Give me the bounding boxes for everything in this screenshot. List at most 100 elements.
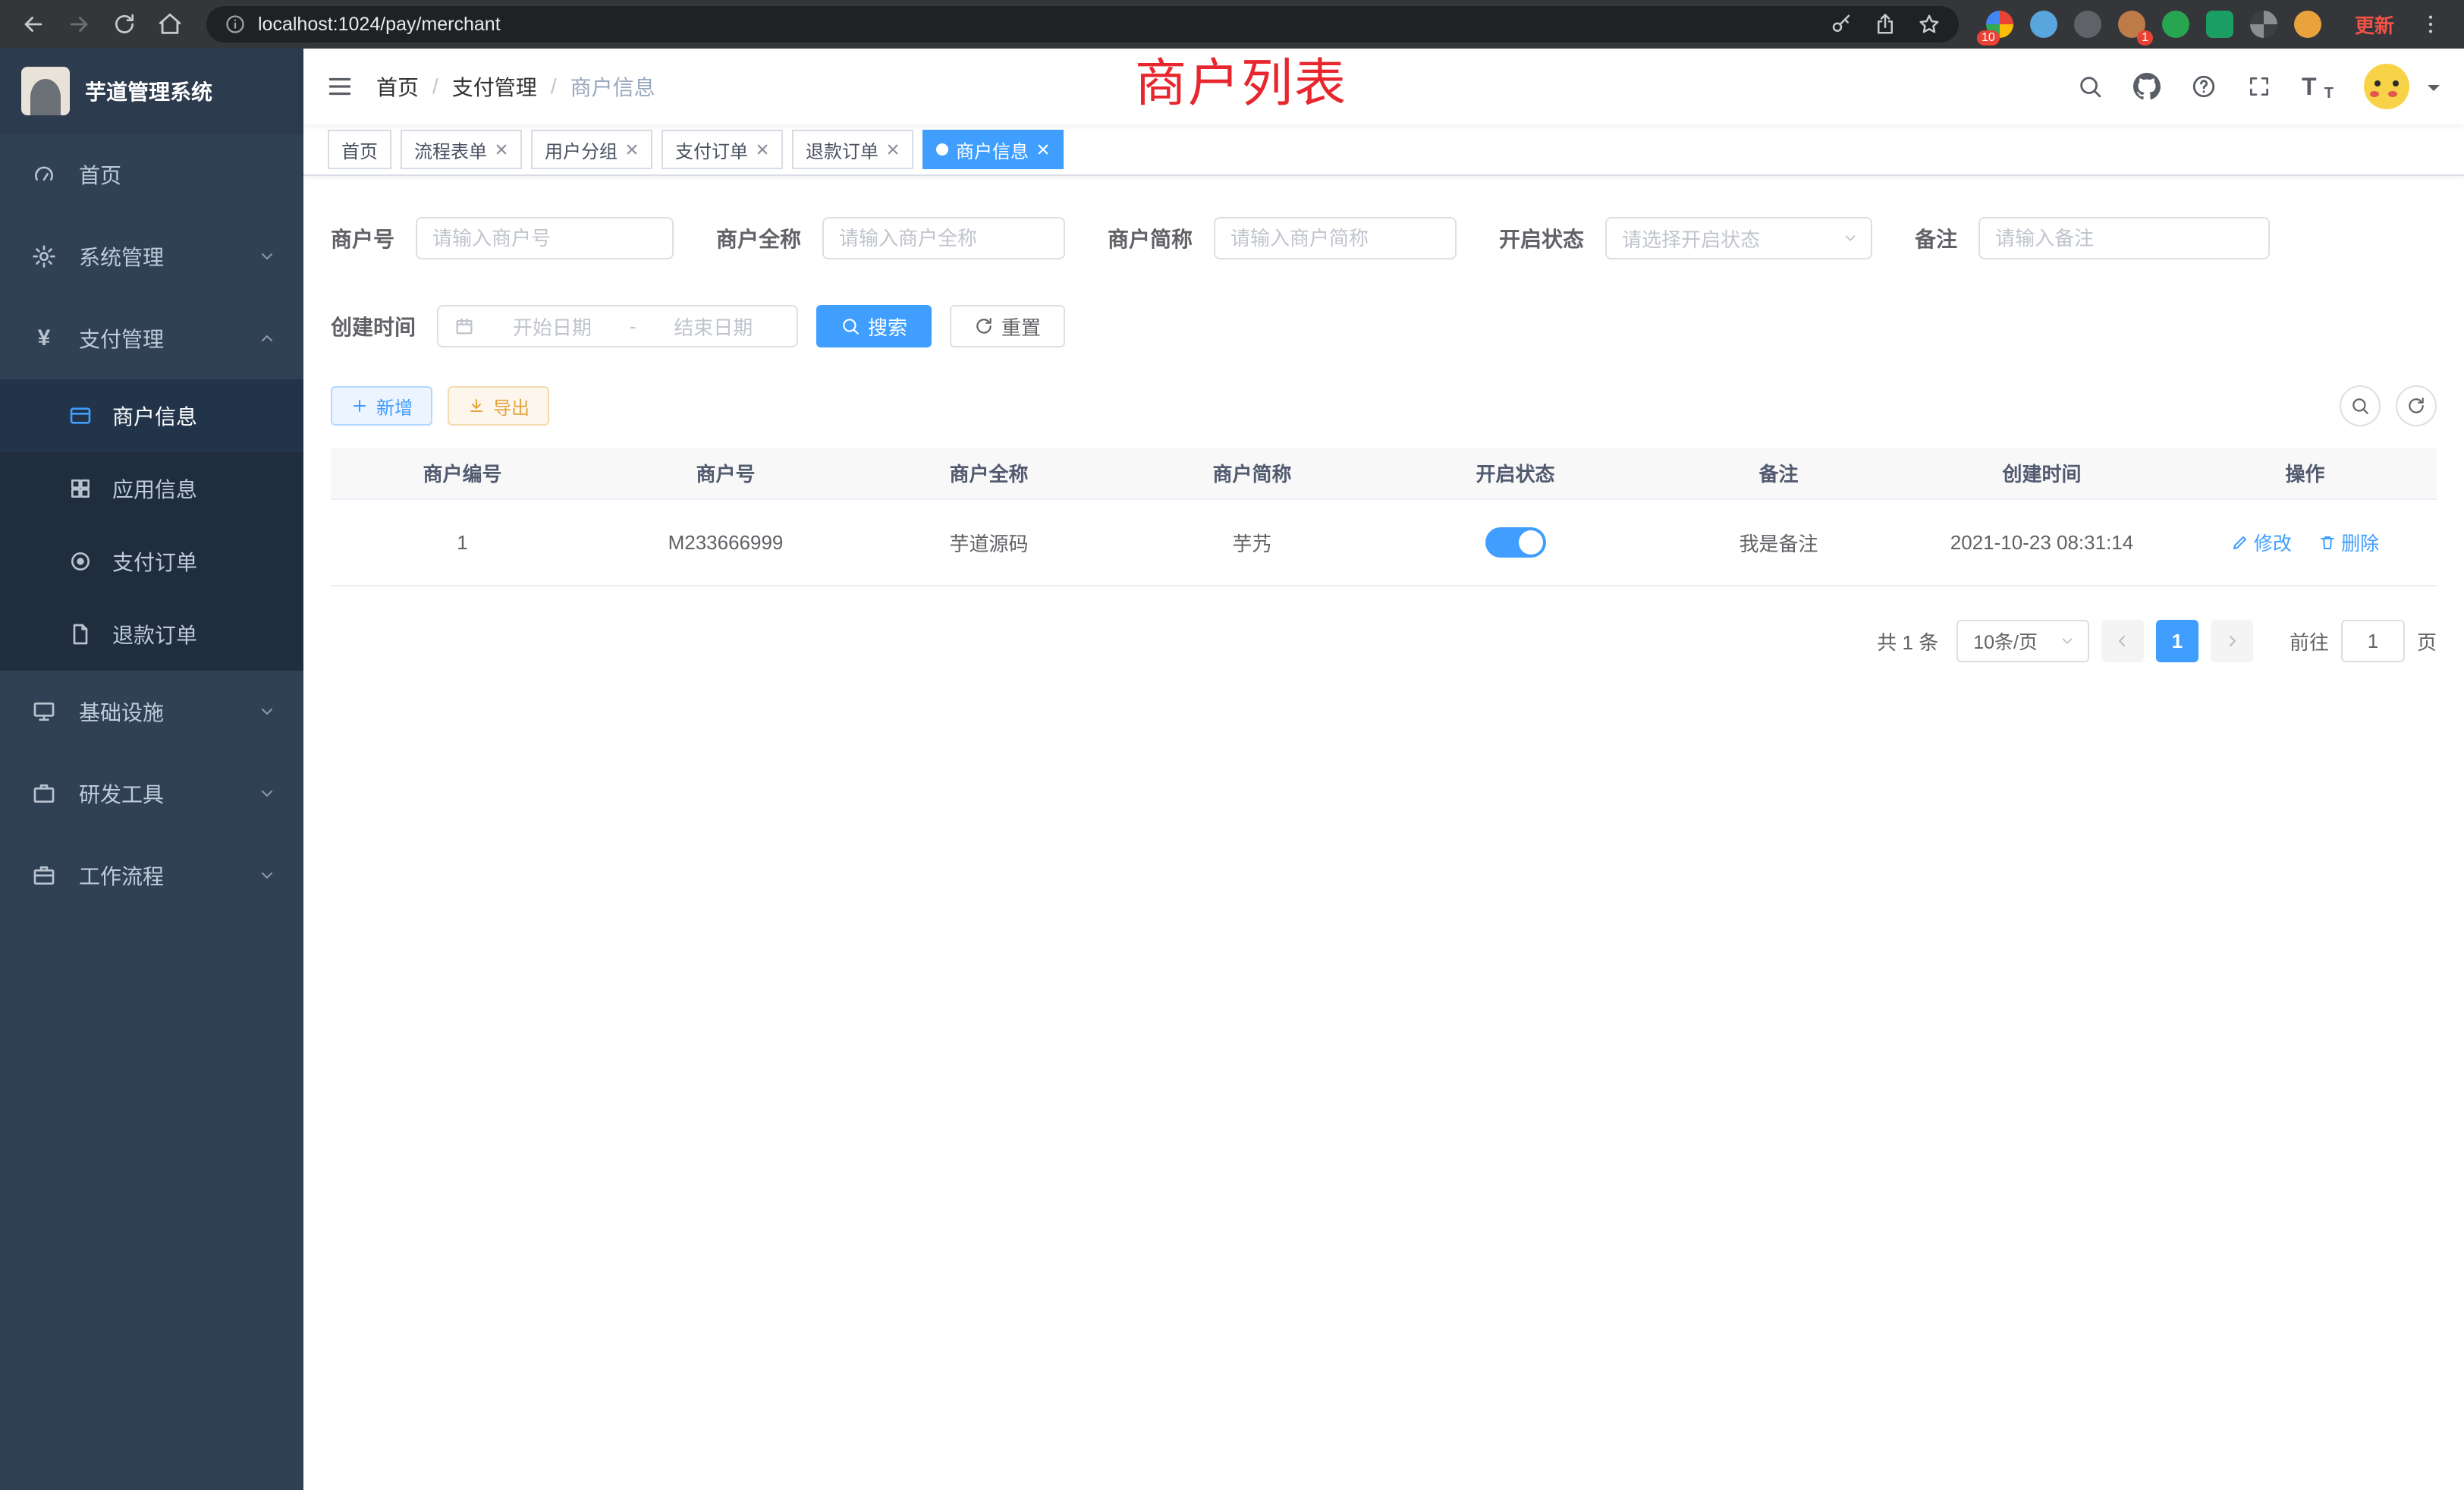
- tab-label: 首页: [341, 137, 378, 163]
- extension-icon-4[interactable]: 1: [2118, 11, 2145, 38]
- sidebar-item-refund-order[interactable]: 退款订单: [0, 598, 303, 671]
- tab-close-icon[interactable]: [625, 143, 639, 156]
- sidebar-item-label: 支付管理: [79, 323, 258, 354]
- tab-close-icon[interactable]: [1036, 143, 1050, 156]
- chevron-left-icon: [2114, 632, 2132, 650]
- table-toolbar: 新增 导出: [331, 385, 2437, 426]
- export-button[interactable]: 导出: [448, 386, 549, 426]
- font-size-icon[interactable]: [2302, 72, 2334, 101]
- tab-refund-order[interactable]: 退款订单: [792, 130, 913, 169]
- search-button[interactable]: 搜索: [816, 305, 932, 347]
- reset-button[interactable]: 重置: [950, 305, 1065, 347]
- extension-icon-8[interactable]: [2294, 11, 2321, 38]
- browser-forward-icon[interactable]: [61, 6, 97, 42]
- sidebar-item-payment-management[interactable]: 支付管理: [0, 297, 303, 379]
- remark-input[interactable]: [1978, 217, 2270, 259]
- help-icon[interactable]: [2191, 74, 2217, 99]
- sidebar-toggle-icon[interactable]: [303, 49, 376, 124]
- annotation-text: 商户列表: [1135, 58, 1347, 109]
- sidebar-item-system-management[interactable]: 系统管理: [0, 215, 303, 297]
- sidebar-item-payment-order[interactable]: 支付订单: [0, 525, 303, 598]
- chevron-down-icon: [258, 703, 276, 721]
- tab-home[interactable]: 首页: [328, 130, 391, 169]
- record-icon: [67, 549, 94, 574]
- tab-close-icon[interactable]: [756, 143, 769, 156]
- download-icon: [467, 397, 486, 415]
- edit-button[interactable]: 修改: [2231, 529, 2292, 556]
- extension-icon-6[interactable]: [2206, 11, 2233, 38]
- breadcrumb-home[interactable]: 首页: [376, 71, 419, 102]
- bookmark-star-icon[interactable]: [1918, 13, 1941, 36]
- sidebar-item-app-info[interactable]: 应用信息: [0, 452, 303, 525]
- status-toggle[interactable]: [1485, 527, 1546, 558]
- sidebar-item-label: 系统管理: [79, 241, 258, 272]
- browser-home-icon[interactable]: [152, 6, 188, 42]
- cell-remark: 我是备注: [1647, 499, 1910, 586]
- delete-button[interactable]: 删除: [2318, 529, 2379, 556]
- header-search-icon[interactable]: [2077, 74, 2103, 99]
- sidebar-item-home[interactable]: 首页: [0, 134, 303, 215]
- site-info-icon[interactable]: [225, 14, 246, 35]
- browser-update-button[interactable]: 更新: [2355, 11, 2394, 39]
- search-icon: [2350, 396, 2370, 416]
- extension-icon-1[interactable]: 10: [1986, 11, 2013, 38]
- sidebar-item-workflow[interactable]: 工作流程: [0, 835, 303, 916]
- password-key-icon[interactable]: [1830, 13, 1853, 36]
- col-merchant-id: 商户编号: [331, 448, 594, 499]
- github-icon[interactable]: [2133, 73, 2161, 100]
- app-logo[interactable]: 芋道管理系统: [0, 49, 303, 134]
- cell-merchant-id: 1: [331, 499, 594, 586]
- share-icon[interactable]: [1874, 13, 1897, 36]
- sidebar-item-dev-tools[interactable]: 研发工具: [0, 753, 303, 835]
- main-area: 首页 / 支付管理 / 商户信息: [303, 49, 2464, 1490]
- tab-process-form[interactable]: 流程表单: [401, 130, 522, 169]
- page-1-button[interactable]: 1: [2156, 620, 2198, 662]
- goto-page-input[interactable]: [2341, 620, 2405, 662]
- filter-row: 商户号 商户全称 商户简称 开启状态 请选择开启状态: [331, 217, 2437, 259]
- merchant-no-input[interactable]: [416, 217, 674, 259]
- next-page-button[interactable]: [2211, 620, 2253, 662]
- user-menu-caret-icon[interactable]: [2428, 85, 2440, 97]
- page-size-select[interactable]: 10条/页: [1956, 620, 2089, 662]
- chevron-down-icon: [2059, 633, 2076, 649]
- fullscreen-icon[interactable]: [2247, 74, 2271, 99]
- filter-create-time: 创建时间 开始日期 - 结束日期: [331, 305, 798, 347]
- tab-user-group[interactable]: 用户分组: [531, 130, 652, 169]
- extension-icon-3[interactable]: [2074, 11, 2101, 38]
- filter-remark: 备注: [1915, 217, 2270, 259]
- browser-menu-icon[interactable]: [2412, 6, 2449, 42]
- cell-status: [1384, 499, 1647, 586]
- col-status: 开启状态: [1384, 448, 1647, 499]
- extension-icon-5[interactable]: [2162, 11, 2189, 38]
- sidebar-item-infrastructure[interactable]: 基础设施: [0, 671, 303, 753]
- create-time-range-picker[interactable]: 开始日期 - 结束日期: [437, 305, 798, 347]
- refresh-table-button[interactable]: [2396, 385, 2437, 426]
- tab-merchant-info[interactable]: 商户信息: [922, 130, 1064, 169]
- tab-close-icon[interactable]: [886, 143, 900, 156]
- user-avatar[interactable]: [2364, 64, 2409, 109]
- refresh-icon: [2406, 396, 2426, 416]
- tab-close-icon[interactable]: [495, 143, 508, 156]
- col-full-name: 商户全称: [857, 448, 1120, 499]
- tab-payment-order[interactable]: 支付订单: [662, 130, 783, 169]
- add-button[interactable]: 新增: [331, 386, 432, 426]
- extension-icon-2[interactable]: [2030, 11, 2057, 38]
- delete-button-label: 删除: [2341, 529, 2379, 556]
- browser-reload-icon[interactable]: [106, 6, 143, 42]
- toggle-search-button[interactable]: [2340, 385, 2381, 426]
- tab-label: 支付订单: [675, 137, 748, 163]
- breadcrumb-payment-management[interactable]: 支付管理: [452, 71, 537, 102]
- field-label: 备注: [1915, 223, 1957, 253]
- full-name-input[interactable]: [822, 217, 1065, 259]
- field-label: 商户简称: [1108, 223, 1193, 253]
- sidebar-item-merchant-info[interactable]: 商户信息: [0, 379, 303, 452]
- status-select[interactable]: 请选择开启状态: [1605, 217, 1872, 259]
- short-name-input[interactable]: [1214, 217, 1457, 259]
- address-bar[interactable]: localhost:1024/pay/merchant: [206, 6, 1959, 42]
- prev-page-button[interactable]: [2101, 620, 2144, 662]
- extension-icon-7[interactable]: [2250, 11, 2277, 38]
- yen-icon: [30, 326, 58, 350]
- reset-button-label: 重置: [1001, 313, 1041, 341]
- browser-back-icon[interactable]: [15, 6, 52, 42]
- goto-label: 前往: [2290, 627, 2329, 655]
